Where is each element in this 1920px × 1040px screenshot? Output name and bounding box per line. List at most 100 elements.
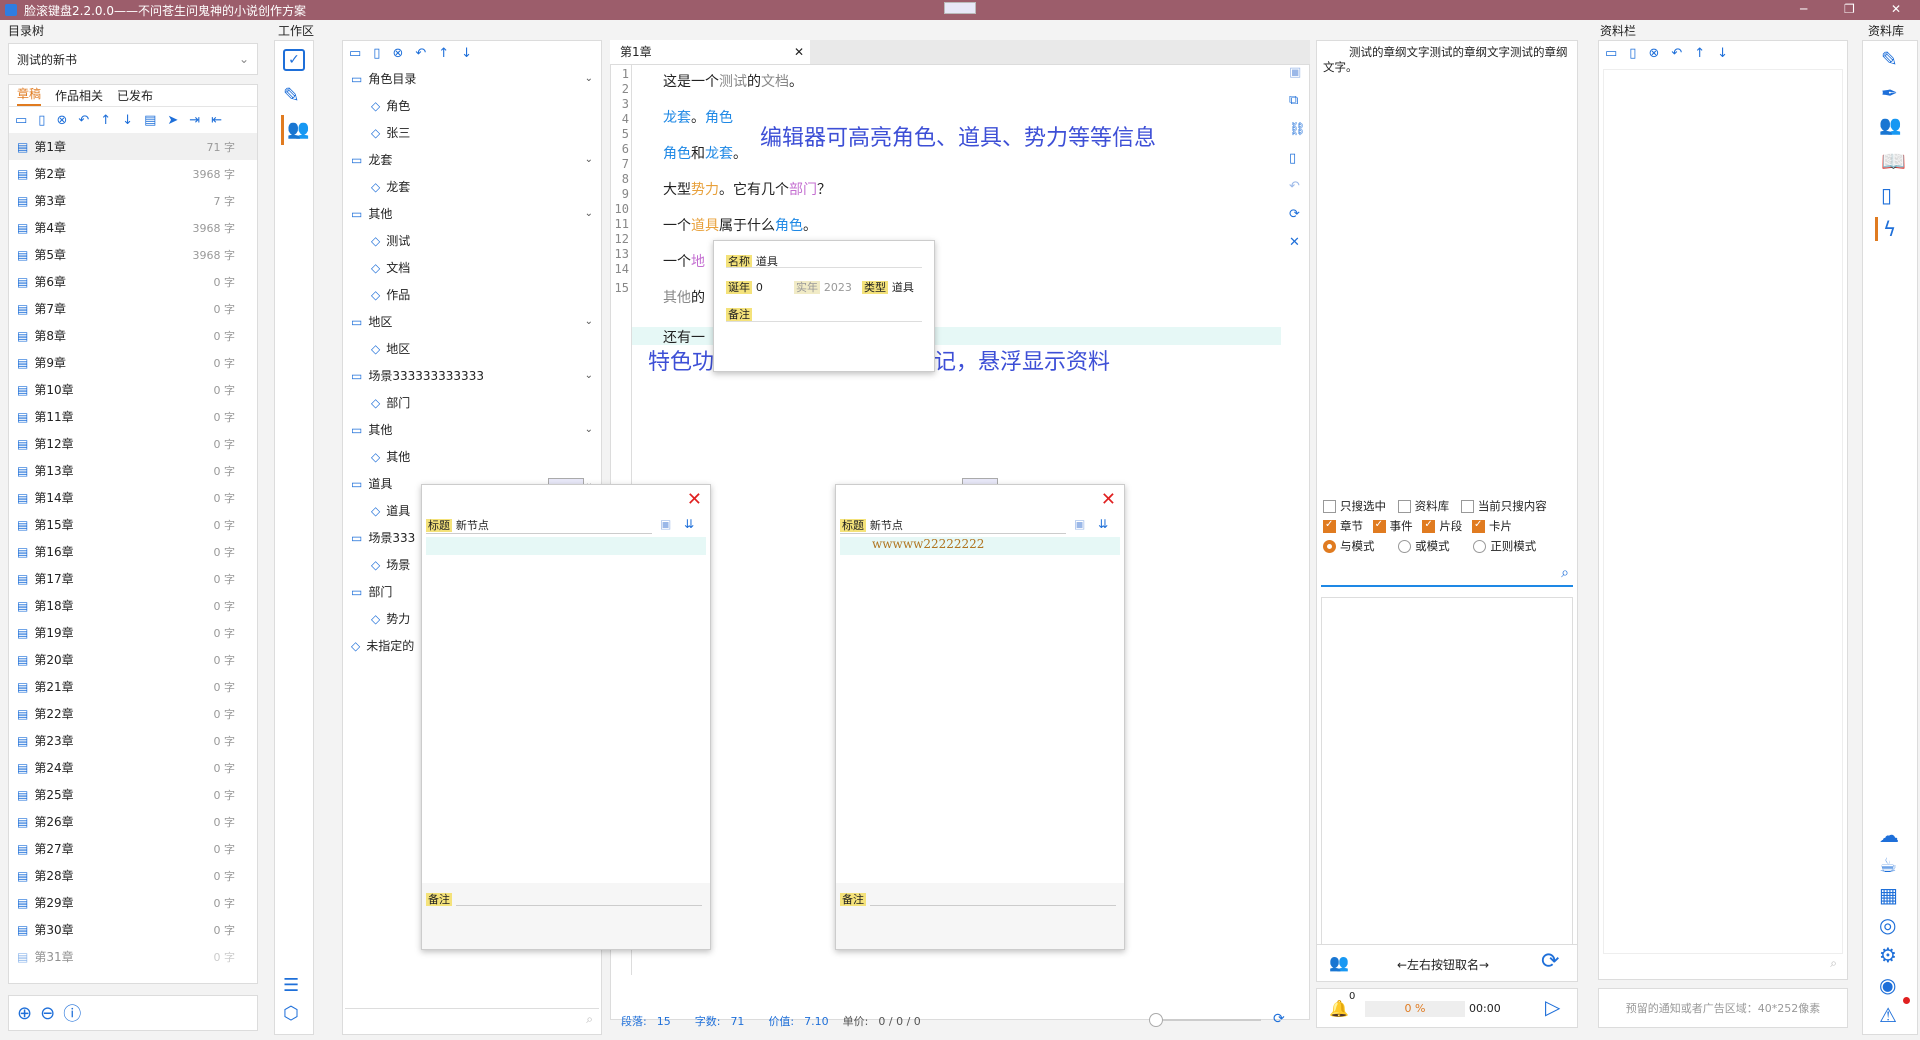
chapter-row[interactable]: ▤ 第3章 7 字 bbox=[9, 187, 257, 214]
regex-mode-radio[interactable]: 正则模式 bbox=[1473, 539, 1536, 553]
settings-icon[interactable]: ⚙ bbox=[1879, 943, 1897, 967]
delete-icon[interactable]: ⊗ bbox=[56, 113, 67, 128]
zoom-slider-thumb[interactable] bbox=[1149, 1013, 1163, 1027]
fragment-checkbox[interactable]: 片段 bbox=[1422, 519, 1462, 533]
pen-icon[interactable]: ✒ bbox=[1881, 81, 1898, 105]
minimize-icon[interactable]: ─ bbox=[1800, 2, 1807, 16]
chapter-row[interactable]: ▤ 第27章 0 字 bbox=[9, 835, 257, 862]
refresh-icon[interactable]: ⟳ bbox=[1289, 207, 1300, 222]
chapter-row[interactable]: ▤ 第21章 0 字 bbox=[9, 673, 257, 700]
new-file-icon[interactable]: ▯ bbox=[373, 46, 380, 61]
library-checkbox[interactable]: 资料库 bbox=[1397, 499, 1449, 513]
notebook-icon[interactable]: ▯ bbox=[1881, 183, 1892, 207]
pen-icon[interactable]: ✎ bbox=[283, 83, 300, 107]
chapter-row[interactable]: ▤ 第11章 0 字 bbox=[9, 403, 257, 430]
archive-icon[interactable]: ▤ bbox=[144, 113, 156, 128]
chapter-row[interactable]: ▤ 第31章 0 字 bbox=[9, 943, 257, 970]
undo-icon[interactable]: ↶ bbox=[1289, 179, 1300, 194]
or-mode-radio[interactable]: 或模式 bbox=[1398, 539, 1450, 553]
save-icon[interactable]: ▣ bbox=[660, 517, 671, 531]
undo-icon[interactable]: ↶ bbox=[1671, 46, 1682, 61]
close-icon[interactable]: ✕ bbox=[1891, 2, 1901, 16]
chapter-row[interactable]: ▤ 第7章 0 字 bbox=[9, 295, 257, 322]
chapter-row[interactable]: ▤ 第6章 0 字 bbox=[9, 268, 257, 295]
chapter-row[interactable]: ▤ 第9章 0 字 bbox=[9, 349, 257, 376]
tab-drafts[interactable]: 章稿 bbox=[17, 85, 42, 106]
save-icon[interactable]: ▣ bbox=[1289, 65, 1301, 80]
only-selected-checkbox[interactable]: 只搜选中 bbox=[1323, 499, 1386, 513]
file-icon[interactable]: ▯ bbox=[1289, 151, 1296, 166]
github-icon[interactable]: ◉ bbox=[1879, 973, 1896, 997]
aperture-icon[interactable]: ◎ bbox=[1879, 913, 1896, 937]
card-title-input[interactable]: 新节点 bbox=[870, 519, 903, 532]
tree-tag[interactable]: ◇ 作品 bbox=[343, 281, 601, 308]
outline-text[interactable]: 测试的章纲文字测试的章纲文字测试的章纲文字。 bbox=[1323, 45, 1573, 75]
tree-folder[interactable]: ▭ 其他 ⌄ bbox=[343, 200, 601, 227]
tree-tag[interactable]: ◇ 地区 bbox=[343, 335, 601, 362]
move-up-icon[interactable]: ↑ bbox=[438, 46, 449, 61]
new-file-icon[interactable]: ▯ bbox=[1629, 46, 1636, 61]
card-content-line[interactable]: wwwww22222222 bbox=[840, 537, 1120, 555]
delete-icon[interactable]: ⊗ bbox=[392, 46, 403, 61]
close-icon[interactable]: ✕ bbox=[1101, 489, 1116, 510]
naming-label[interactable]: ←左右按钮取名→ bbox=[1397, 956, 1489, 973]
chapter-row[interactable]: ▤ 第12章 0 字 bbox=[9, 430, 257, 457]
move-up-icon[interactable]: ↑ bbox=[1694, 46, 1705, 61]
expand-icon[interactable]: ⇊ bbox=[684, 517, 694, 531]
chapter-row[interactable]: ▤ 第17章 0 字 bbox=[9, 565, 257, 592]
refresh-icon[interactable]: ⟳ bbox=[1273, 1011, 1285, 1027]
refresh-icon[interactable]: ⟳ bbox=[1541, 949, 1559, 974]
chapter-row[interactable]: ▤ 第23章 0 字 bbox=[9, 727, 257, 754]
chevron-down-icon[interactable]: ⌄ bbox=[585, 370, 593, 381]
play-icon[interactable]: ▷ bbox=[1545, 995, 1560, 1019]
chapter-row[interactable]: ▤ 第19章 0 字 bbox=[9, 619, 257, 646]
tree-tag[interactable]: ◇ 张三 bbox=[343, 119, 601, 146]
lightning-icon[interactable]: ϟ bbox=[1875, 217, 1896, 241]
search-icon[interactable]: ⌕ bbox=[1561, 565, 1569, 581]
drag-handle-icon[interactable] bbox=[944, 2, 976, 14]
chapter-row[interactable]: ▤ 第26章 0 字 bbox=[9, 808, 257, 835]
close-icon[interactable]: ✕ bbox=[1289, 235, 1300, 250]
edit-icon[interactable]: ✎ bbox=[1881, 47, 1898, 71]
chevron-down-icon[interactable]: ⌄ bbox=[585, 316, 593, 327]
people-icon[interactable]: 👥 bbox=[281, 115, 309, 145]
search-icon[interactable]: ⌕ bbox=[586, 1012, 593, 1027]
tree-folder[interactable]: ▭ 地区 ⌄ bbox=[343, 308, 601, 335]
undo-icon[interactable]: ↶ bbox=[78, 113, 89, 128]
layout-icon[interactable]: ▦ bbox=[1879, 883, 1898, 907]
new-folder-icon[interactable]: ▭ bbox=[1605, 46, 1617, 61]
move-up-icon[interactable]: ↑ bbox=[100, 113, 111, 128]
people-icon[interactable]: 👥 bbox=[1879, 115, 1901, 136]
chapter-row[interactable]: ▤ 第28章 0 字 bbox=[9, 862, 257, 889]
tree-folder[interactable]: ▭ 角色目录 ⌄ bbox=[343, 65, 601, 92]
new-file-icon[interactable]: ▯ bbox=[38, 113, 45, 128]
chapter-row[interactable]: ▤ 第14章 0 字 bbox=[9, 484, 257, 511]
only-current-checkbox[interactable]: 当前只搜内容 bbox=[1460, 499, 1547, 513]
card-content-line[interactable] bbox=[426, 537, 706, 555]
info-icon[interactable]: ⓘ bbox=[63, 1000, 81, 1026]
chapter-row[interactable]: ▤ 第29章 0 字 bbox=[9, 889, 257, 916]
tree-tag[interactable]: ◇ 文档 bbox=[343, 254, 601, 281]
chapter-row[interactable]: ▤ 第5章 3968 字 bbox=[9, 241, 257, 268]
cube-icon[interactable]: ⬡ bbox=[283, 1003, 299, 1024]
people-icon[interactable]: 👥 bbox=[1329, 953, 1349, 972]
chapter-row[interactable]: ▤ 第20章 0 字 bbox=[9, 646, 257, 673]
card-title-input[interactable]: 新节点 bbox=[456, 519, 489, 532]
checklist-icon[interactable]: ✓ bbox=[283, 49, 305, 71]
tree-tag[interactable]: ◇ 龙套 bbox=[343, 173, 601, 200]
sidebar-list[interactable] bbox=[1603, 69, 1843, 954]
chevron-down-icon[interactable]: ⌄ bbox=[585, 73, 593, 84]
chapter-row[interactable]: ▤ 第24章 0 字 bbox=[9, 754, 257, 781]
remove-circle-icon[interactable]: ⊖ bbox=[40, 1003, 55, 1024]
tab-related[interactable]: 作品相关 bbox=[55, 87, 103, 104]
expand-icon[interactable]: ⇊ bbox=[1098, 517, 1108, 531]
list-icon[interactable]: ☰ bbox=[283, 975, 299, 996]
chapter-row[interactable]: ▤ 第18章 0 字 bbox=[9, 592, 257, 619]
chapter-row[interactable]: ▤ 第2章 3968 字 bbox=[9, 160, 257, 187]
tab-published[interactable]: 已发布 bbox=[117, 87, 153, 104]
zoom-slider[interactable] bbox=[1149, 1013, 1261, 1027]
tree-folder[interactable]: ▭ 其他 ⌄ bbox=[343, 416, 601, 443]
move-down-icon[interactable]: ↓ bbox=[461, 46, 472, 61]
chapter-row[interactable]: ▤ 第22章 0 字 bbox=[9, 700, 257, 727]
chapter-row[interactable]: ▤ 第4章 3968 字 bbox=[9, 214, 257, 241]
